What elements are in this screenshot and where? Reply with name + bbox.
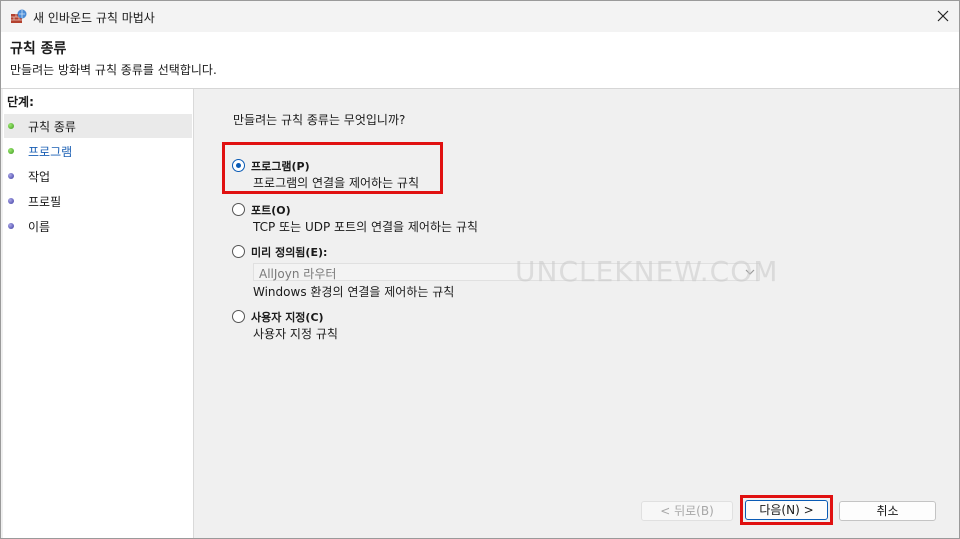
step-profile[interactable]: 프로필: [4, 189, 192, 213]
option-label: 사용자 지정(C): [251, 311, 324, 324]
option-description: 프로그램의 연결을 제어하는 규칙: [253, 176, 420, 190]
step-status-icon: [8, 223, 14, 229]
close-icon: [937, 10, 949, 22]
option-description: Windows 환경의 연결을 제어하는 규칙: [253, 285, 455, 299]
step-label: 이름: [28, 220, 51, 234]
option-label: 미리 정의됨(E):: [251, 246, 328, 259]
step-status-icon: [8, 123, 14, 129]
page-subtitle: 만들려는 방화벽 규칙 종류를 선택합니다.: [10, 63, 217, 77]
radio-custom[interactable]: [232, 310, 245, 323]
step-status-icon: [8, 173, 14, 179]
main-panel: 만들려는 규칙 종류는 무엇입니까? 프로그램(P) 프로그램의 연결을 제어하…: [197, 89, 959, 538]
close-button[interactable]: [931, 5, 955, 27]
step-rule-type[interactable]: 규칙 종류: [4, 114, 192, 138]
step-status-icon: [8, 148, 14, 154]
radio-port[interactable]: [232, 203, 245, 216]
firewall-icon: [11, 9, 27, 23]
cancel-button[interactable]: 취소: [839, 501, 936, 521]
option-label: 프로그램(P): [251, 160, 310, 173]
window-title: 새 인바운드 규칙 마법사: [33, 11, 155, 25]
option-description: TCP 또는 UDP 포트의 연결을 제어하는 규칙: [253, 220, 478, 234]
radio-program[interactable]: [232, 159, 245, 172]
option-description: 사용자 지정 규칙: [253, 327, 338, 341]
step-label: 프로필: [28, 195, 62, 209]
step-program[interactable]: 프로그램: [4, 139, 192, 163]
wizard-window: 새 인바운드 규칙 마법사 규칙 종류 만들려는 방화벽 규칙 종류를 선택합니…: [0, 0, 960, 539]
next-button[interactable]: 다음(N) >: [745, 500, 828, 520]
rule-type-question: 만들려는 규칙 종류는 무엇입니까?: [233, 113, 406, 127]
back-button[interactable]: < 뒤로(B): [641, 501, 733, 521]
wizard-header: 규칙 종류 만들려는 방화벽 규칙 종류를 선택합니다.: [1, 32, 959, 89]
watermark: UNCLEKNEW.COM: [515, 255, 779, 288]
title-bar: 새 인바운드 규칙 마법사: [1, 1, 959, 32]
select-value: AllJoyn 라우터: [259, 267, 337, 281]
radio-predefined[interactable]: [232, 245, 245, 258]
step-status-icon: [8, 198, 14, 204]
step-name[interactable]: 이름: [4, 214, 192, 238]
step-label: 작업: [28, 170, 51, 184]
steps-panel: 단계: 규칙 종류 프로그램 작업 프로필 이름: [3, 89, 194, 538]
page-title: 규칙 종류: [10, 41, 67, 57]
step-action[interactable]: 작업: [4, 164, 192, 188]
step-label: 프로그램: [28, 145, 73, 159]
steps-heading: 단계:: [7, 95, 34, 109]
step-label: 규칙 종류: [28, 120, 76, 134]
option-label: 포트(O): [251, 204, 291, 217]
